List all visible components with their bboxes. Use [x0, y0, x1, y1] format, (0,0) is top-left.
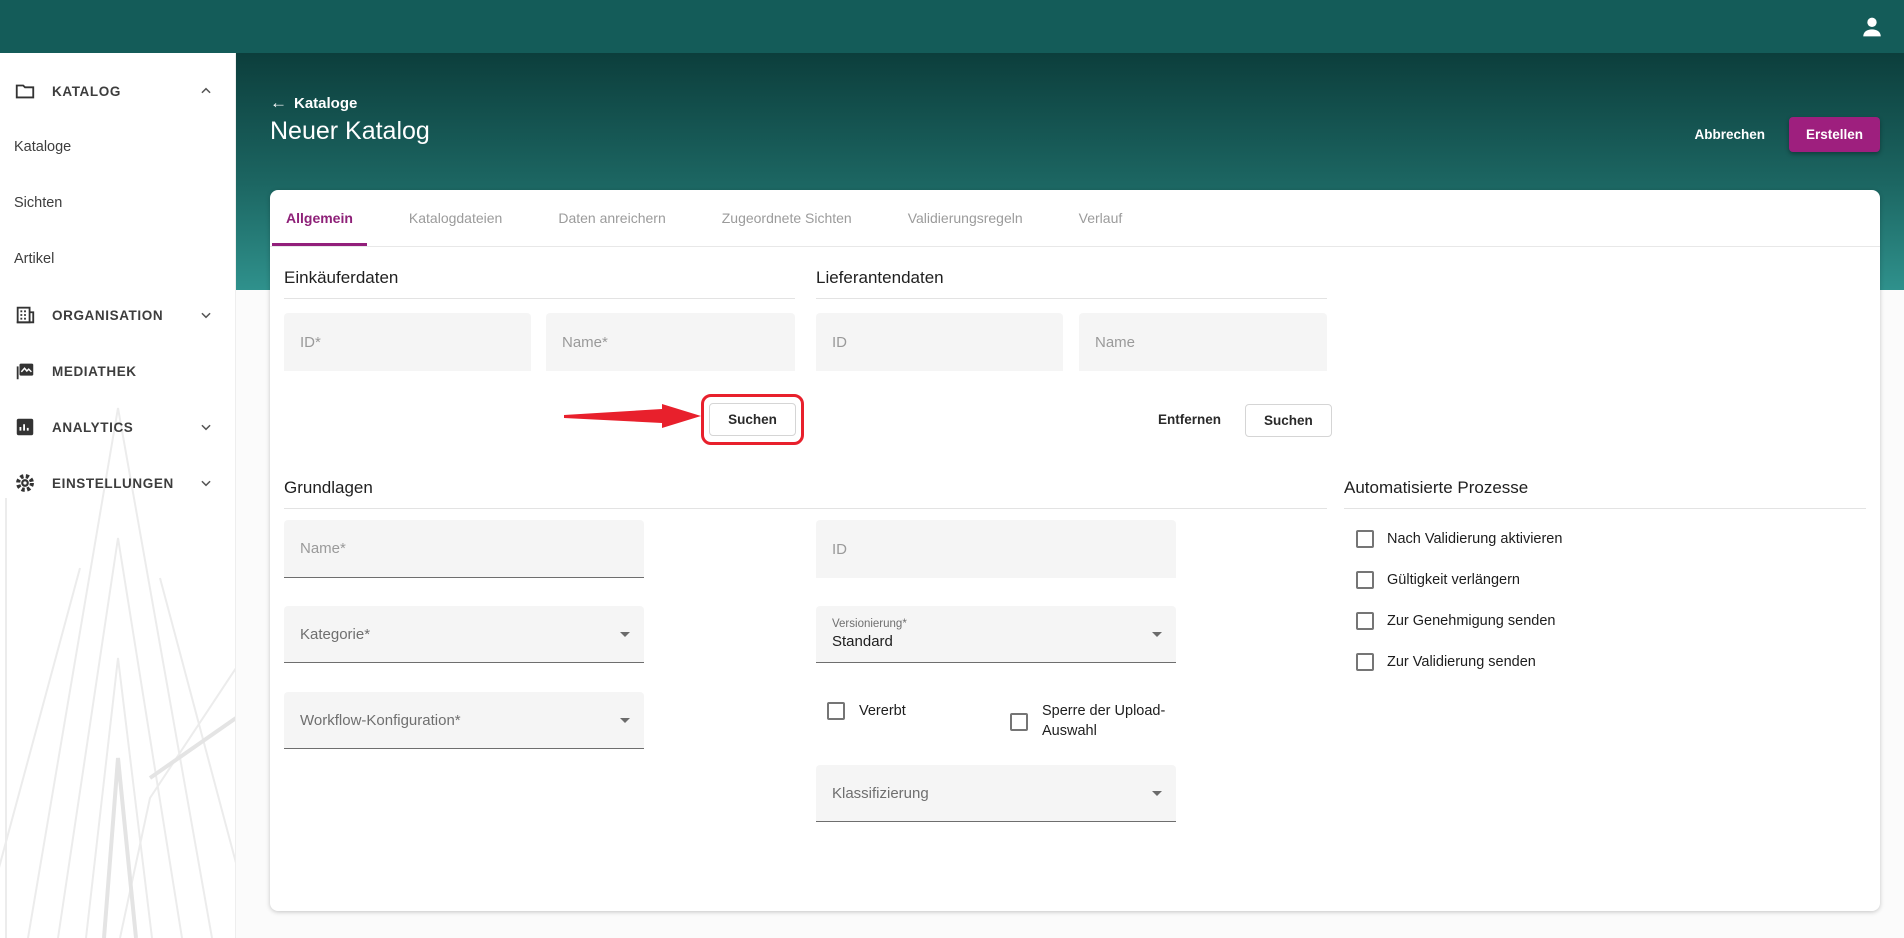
- tab-validierungsregeln[interactable]: Validierungsregeln: [894, 190, 1037, 246]
- supplier-search-button[interactable]: Suchen: [1245, 404, 1332, 437]
- inherit-checkbox-label: Vererbt: [859, 703, 906, 719]
- sidebar-subitem-label: Artikel: [14, 251, 54, 267]
- sidebar-item-label: EINSTELLUNGEN: [52, 476, 174, 491]
- classification-select[interactable]: Klassifizierung: [816, 765, 1176, 822]
- sidebar-item-label: MEDIATHEK: [52, 364, 137, 379]
- sidebar-item-katalog[interactable]: KATALOG: [0, 63, 235, 119]
- annotation-arrow-icon: [564, 402, 704, 430]
- user-avatar-icon[interactable]: [1858, 13, 1886, 41]
- category-select-placeholder: Kategorie*: [300, 626, 370, 643]
- header-actions: Abbrechen Erstellen: [1684, 117, 1880, 152]
- extend-validity-checkbox[interactable]: [1356, 571, 1374, 589]
- chevron-up-icon: [199, 84, 213, 98]
- automated-section-title: Automatisierte Prozesse: [1344, 478, 1866, 509]
- supplier-name-input[interactable]: [1079, 313, 1327, 371]
- chevron-down-icon: [199, 420, 213, 434]
- top-header-bar: [0, 0, 1904, 53]
- automated-option-row: Nach Validierung aktivieren: [1356, 528, 1562, 550]
- inherit-checkbox-row: Vererbt: [827, 702, 906, 720]
- category-select[interactable]: Kategorie*: [284, 606, 644, 663]
- sidebar: KATALOG Kataloge Sichten Artikel ORGANIS…: [0, 53, 236, 938]
- supplier-remove-button[interactable]: Entfernen: [1148, 404, 1231, 435]
- sidebar-item-artikel[interactable]: Artikel: [0, 231, 235, 287]
- catalog-name-input[interactable]: [284, 520, 644, 578]
- buyer-search-button[interactable]: Suchen: [709, 403, 796, 436]
- chart-icon: [14, 416, 36, 438]
- upload-lock-checkbox[interactable]: [1010, 713, 1028, 731]
- tab-bar: Allgemein Katalogdateien Daten anreicher…: [270, 190, 1880, 247]
- sidebar-item-label: ORGANISATION: [52, 308, 163, 323]
- annotation-highlight-box: Suchen: [701, 394, 804, 445]
- sidebar-item-label: KATALOG: [52, 84, 121, 99]
- send-for-validation-checkbox[interactable]: [1356, 653, 1374, 671]
- gear-icon: [14, 472, 36, 494]
- back-link[interactable]: ← Kataloge: [270, 93, 357, 113]
- automated-option-row: Zur Genehmigung senden: [1356, 610, 1562, 632]
- create-button[interactable]: Erstellen: [1789, 117, 1880, 152]
- sidebar-subitem-label: Kataloge: [14, 139, 71, 155]
- sidebar-subitem-label: Sichten: [14, 195, 62, 211]
- dropdown-caret-icon: [620, 632, 630, 637]
- dropdown-caret-icon: [1152, 791, 1162, 796]
- classification-select-placeholder: Klassifizierung: [832, 785, 929, 802]
- tab-allgemein[interactable]: Allgemein: [272, 190, 367, 246]
- tab-zugeordnete-sichten[interactable]: Zugeordnete Sichten: [708, 190, 866, 246]
- dropdown-caret-icon: [1152, 632, 1162, 637]
- sidebar-item-mediathek[interactable]: MEDIATHEK: [0, 343, 235, 399]
- chevron-down-icon: [199, 308, 213, 322]
- dropdown-caret-icon: [620, 718, 630, 723]
- buyer-section-title: Einkäuferdaten: [284, 268, 795, 299]
- automated-option-label: Gültigkeit verlängern: [1387, 572, 1520, 588]
- tab-verlauf[interactable]: Verlauf: [1065, 190, 1137, 246]
- sidebar-nav: KATALOG Kataloge Sichten Artikel ORGANIS…: [0, 53, 235, 511]
- automated-option-label: Zur Genehmigung senden: [1387, 613, 1555, 629]
- back-link-label: Kataloge: [294, 95, 357, 112]
- sidebar-item-sichten[interactable]: Sichten: [0, 175, 235, 231]
- versioning-value: Standard: [832, 633, 907, 650]
- workflow-select-placeholder: Workflow-Konfiguration*: [300, 712, 461, 729]
- supplier-section-title: Lieferantendaten: [816, 268, 1327, 299]
- upload-lock-checkbox-label: Sperre der Upload-Auswahl: [1042, 702, 1174, 741]
- sidebar-item-analytics[interactable]: ANALYTICS: [0, 399, 235, 455]
- sidebar-item-kataloge[interactable]: Kataloge: [0, 119, 235, 175]
- tab-daten-anreichern[interactable]: Daten anreichern: [544, 190, 679, 246]
- buyer-name-input[interactable]: [546, 313, 795, 371]
- automated-option-label: Nach Validierung aktivieren: [1387, 531, 1562, 547]
- page-title: Neuer Katalog: [270, 117, 430, 146]
- supplier-id-input[interactable]: [816, 313, 1063, 371]
- tab-katalogdateien[interactable]: Katalogdateien: [395, 190, 516, 246]
- automated-option-label: Zur Validierung senden: [1387, 654, 1536, 670]
- versioning-select[interactable]: Versionierung* Standard: [816, 606, 1176, 663]
- sidebar-item-label: ANALYTICS: [52, 420, 133, 435]
- sidebar-item-einstellungen[interactable]: EINSTELLUNGEN: [0, 455, 235, 511]
- versioning-value-wrap: Versionierung* Standard: [832, 618, 907, 650]
- automated-option-row: Zur Validierung senden: [1356, 651, 1562, 673]
- send-for-approval-checkbox[interactable]: [1356, 612, 1374, 630]
- form-card: Allgemein Katalogdateien Daten anreicher…: [270, 190, 1880, 911]
- building-icon: [14, 304, 36, 326]
- sidebar-item-organisation[interactable]: ORGANISATION: [0, 287, 235, 343]
- upload-lock-checkbox-row: Sperre der Upload-Auswahl: [1010, 702, 1174, 741]
- versioning-label: Versionierung*: [832, 618, 907, 630]
- inherit-checkbox[interactable]: [827, 702, 845, 720]
- automated-option-row: Gültigkeit verlängern: [1356, 569, 1562, 591]
- basics-section-title: Grundlagen: [284, 478, 1327, 509]
- back-arrow-icon: ←: [270, 93, 287, 113]
- main-content: ← Kataloge Neuer Katalog Abbrechen Erste…: [236, 53, 1904, 938]
- folder-icon: [14, 80, 36, 102]
- buyer-id-input[interactable]: [284, 313, 531, 371]
- chevron-down-icon: [199, 476, 213, 490]
- workflow-select[interactable]: Workflow-Konfiguration*: [284, 692, 644, 749]
- cancel-button[interactable]: Abbrechen: [1684, 118, 1775, 151]
- automated-options-list: Nach Validierung aktivieren Gültigkeit v…: [1356, 528, 1562, 673]
- activate-after-validation-checkbox[interactable]: [1356, 530, 1374, 548]
- catalog-id-input[interactable]: [816, 520, 1176, 578]
- image-icon: [14, 360, 36, 382]
